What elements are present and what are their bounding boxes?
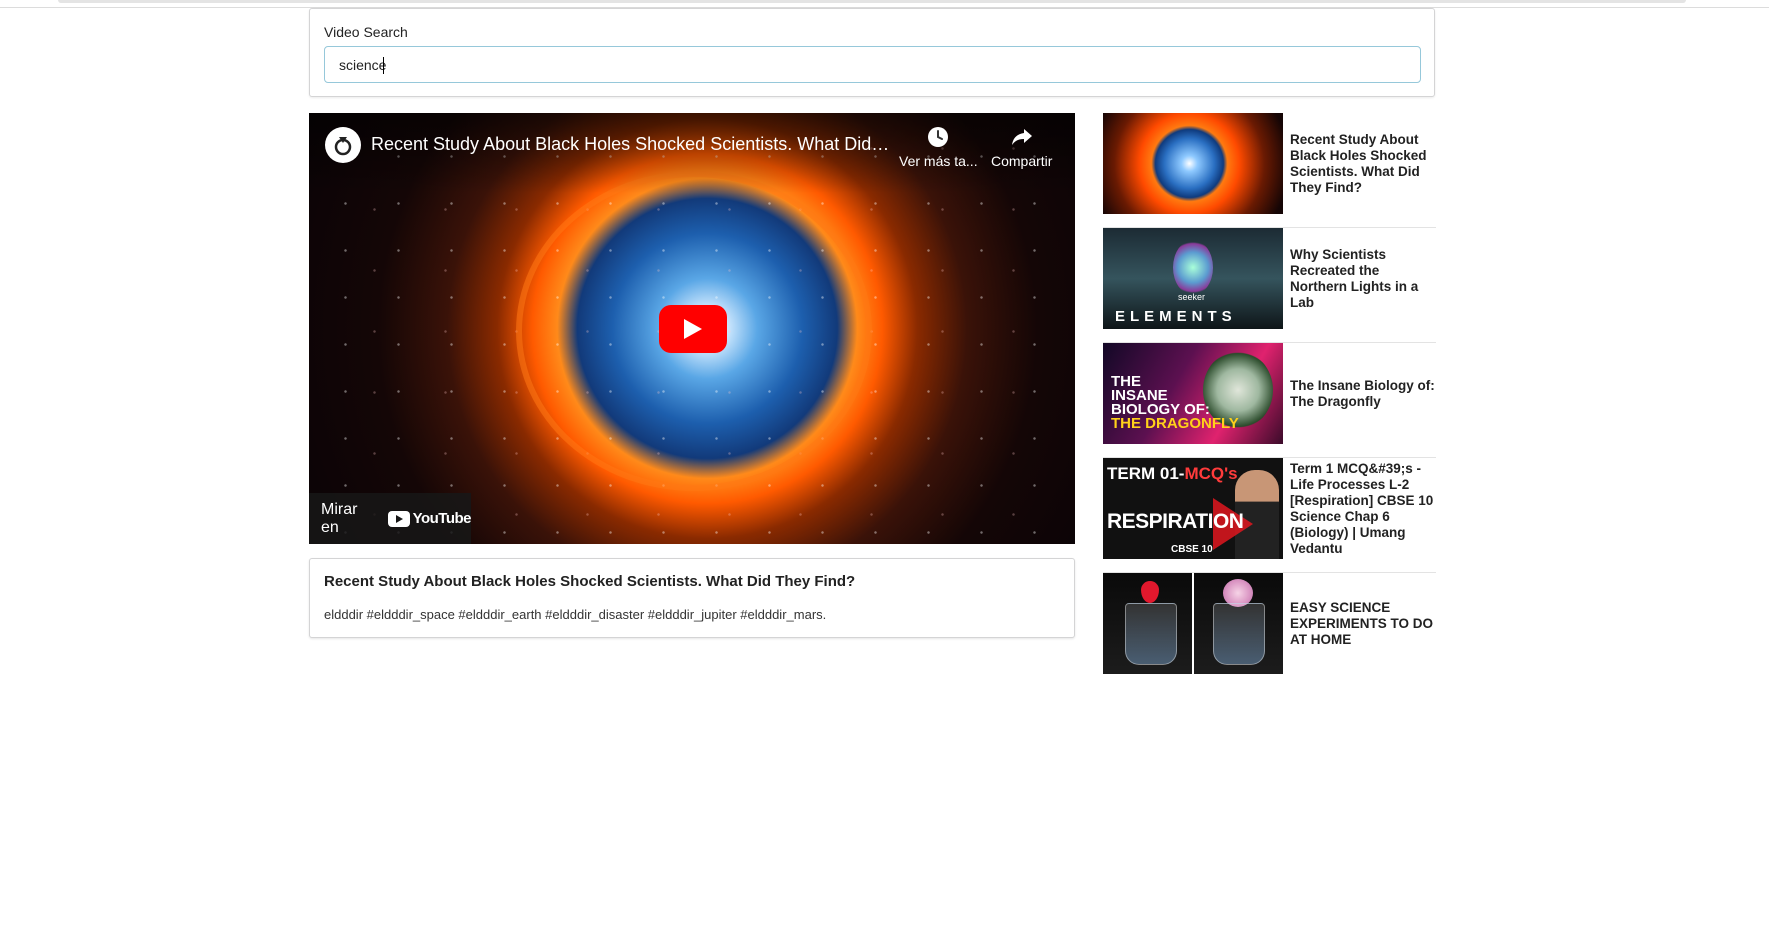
video-thumbnail[interactable]: TERM 01-MCQ's RESPIRATION CBSE 10 (1103, 458, 1283, 559)
video-list-item-title[interactable]: Recent Study About Black Holes Shocked S… (1290, 113, 1436, 214)
thumbnail-text-part: TERM 01- (1107, 464, 1185, 483)
video-list-item[interactable]: TERM 01-MCQ's RESPIRATION CBSE 10 Term 1… (1103, 458, 1436, 573)
watch-later-button[interactable]: Ver más ta... (899, 125, 978, 169)
search-input[interactable] (324, 46, 1421, 83)
video-thumbnail[interactable] (1103, 573, 1283, 674)
video-detail-title: Recent Study About Black Holes Shocked S… (324, 573, 856, 590)
video-list-item-title[interactable]: EASY SCIENCE EXPERIMENTS TO DO AT HOME (1290, 573, 1436, 674)
thumbnail-text-line: RESPIRATION (1107, 510, 1244, 533)
thumbnail-divider (1192, 573, 1194, 674)
share-arrow-icon (1011, 129, 1032, 145)
video-list-item[interactable]: THE INSANE BIOLOGY OF: THE DRAGONFLY The… (1103, 343, 1436, 458)
share-button[interactable]: Compartir (991, 125, 1052, 169)
thumbnail-text-line: TERM 01-MCQ's (1107, 464, 1238, 484)
share-label: Compartir (991, 153, 1053, 169)
thumbnail-text-line: THE DRAGONFLY (1111, 415, 1239, 432)
thumbnail-subtext: seeker (1178, 292, 1206, 302)
thumbnail-glass (1213, 603, 1265, 665)
video-list-item-title[interactable]: Term 1 MCQ&#39;s - Life Processes L-2 [R… (1290, 458, 1436, 559)
video-list-item[interactable]: seeker ELEMENTS Why Scientists Recreated… (1103, 228, 1436, 343)
channel-logo-icon[interactable] (325, 127, 361, 163)
thumbnail-text: THE INSANE BIOLOGY OF: THE DRAGONFLY (1111, 374, 1239, 432)
clock-icon (928, 127, 949, 147)
text-caret (383, 57, 384, 74)
video-detail-description: eldddir #eldddir_space #eldddir_earth #e… (324, 607, 827, 622)
video-thumbnail[interactable]: seeker ELEMENTS (1103, 228, 1283, 329)
video-thumbnail[interactable] (1103, 113, 1283, 214)
video-detail: Recent Study About Black Holes Shocked S… (309, 558, 1075, 638)
search-label: Video Search (324, 24, 408, 40)
thumbnail-aurora (1173, 240, 1213, 295)
thumbnail-text-line: CBSE 10 (1171, 544, 1213, 555)
video-list-item-title[interactable]: Why Scientists Recreated the Northern Li… (1290, 228, 1436, 329)
search-form: Video Search (309, 8, 1435, 97)
play-button[interactable] (659, 305, 727, 353)
video-list-item[interactable]: Recent Study About Black Holes Shocked S… (1103, 113, 1436, 228)
thumbnail-text-part: MCQ's (1184, 464, 1238, 483)
thumbnail-text: ELEMENTS (1115, 308, 1237, 325)
player-title[interactable]: Recent Study About Black Holes Shocked S… (371, 134, 891, 155)
youtube-logo-text: YouTube (412, 510, 472, 527)
video-player[interactable]: Recent Study About Black Holes Shocked S… (309, 113, 1075, 544)
video-list: Recent Study About Black Holes Shocked S… (1103, 113, 1436, 687)
page-top-scroll-edge (58, 0, 1686, 3)
youtube-play-icon (387, 510, 410, 527)
thumbnail-strawberry (1141, 581, 1159, 603)
youtube-logo: YouTube (387, 510, 472, 527)
watch-on-label: Mirar en (321, 500, 358, 536)
play-icon (684, 319, 702, 339)
video-list-item[interactable]: EASY SCIENCE EXPERIMENTS TO DO AT HOME (1103, 573, 1436, 687)
watch-on-youtube-button[interactable]: Mirar en YouTube (309, 493, 472, 544)
video-thumbnail[interactable]: THE INSANE BIOLOGY OF: THE DRAGONFLY (1103, 343, 1283, 444)
video-list-item-title[interactable]: The Insane Biology of: The Dragonfly (1290, 343, 1436, 444)
watch-later-label: Ver más ta... (899, 153, 978, 169)
thumbnail-glass (1125, 603, 1177, 665)
